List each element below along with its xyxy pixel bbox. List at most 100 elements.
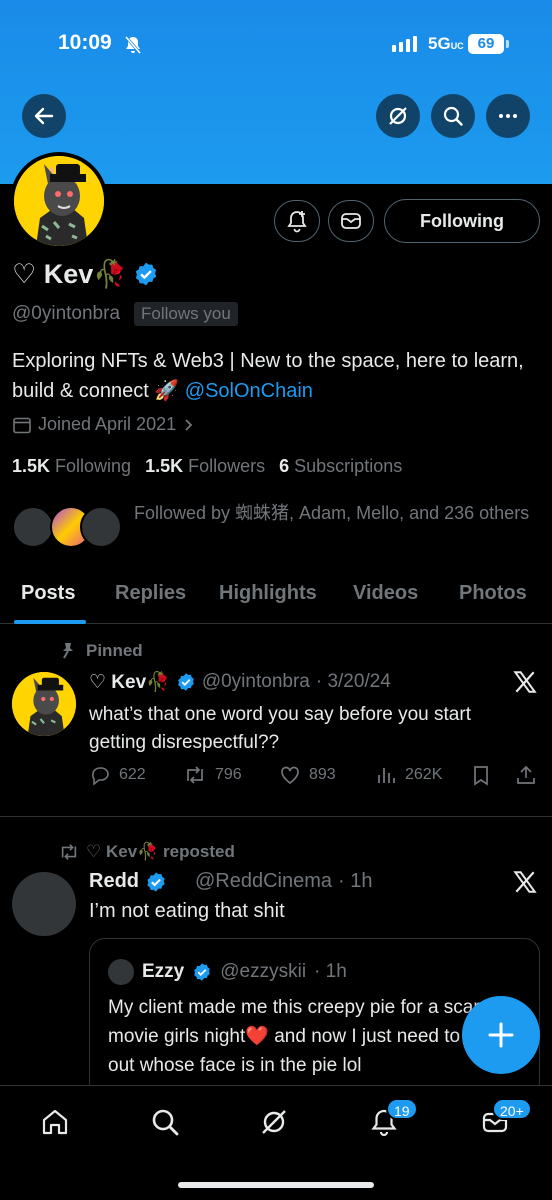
joined-date: Joined April 2021: [38, 414, 177, 434]
bookmark-icon: [474, 766, 488, 786]
bio-mention-link[interactable]: @SolOnChain: [185, 380, 313, 402]
bookmark-action[interactable]: [471, 764, 491, 786]
verified-badge-icon: [194, 963, 211, 981]
more-button[interactable]: [486, 94, 530, 138]
message-button[interactable]: [328, 200, 374, 242]
pinned-label-row: Pinned: [58, 641, 143, 661]
nav-search[interactable]: [147, 1104, 183, 1140]
pin-icon: [63, 643, 73, 659]
share-icon: [517, 765, 535, 784]
repost-label-row: ♡ Kev🥀 reposted: [58, 842, 235, 862]
post-author-handle: @0yintonbra: [201, 671, 310, 692]
repost-label[interactable]: ♡ Kev🥀 reposted: [86, 842, 235, 862]
back-button[interactable]: [22, 94, 66, 138]
status-bar: 10:09 5GUC 69: [0, 0, 552, 90]
tab-photos[interactable]: Photos: [459, 582, 527, 605]
profile-avatar[interactable]: [10, 152, 108, 250]
share-action[interactable]: [515, 764, 537, 786]
post-date: · 3/20/24: [315, 671, 391, 692]
grok-icon: [262, 1110, 286, 1134]
more-dots-icon: [499, 114, 517, 118]
follows-you-badge: Follows you: [134, 302, 238, 326]
like-action[interactable]: 893: [279, 764, 336, 786]
pinned-post-actions: 622 796 893 262K: [89, 764, 541, 790]
pinned-label: Pinned: [86, 641, 143, 660]
notifications-subscribe-button[interactable]: [274, 200, 320, 242]
followers-stat[interactable]: 1.5K Followers: [145, 456, 265, 477]
pinned-post-header: ♡ Kev🥀 @0yintonbra · 3/20/24: [89, 670, 391, 694]
notifications-badge: 19: [386, 1098, 418, 1120]
heart-icon: [281, 766, 299, 785]
nav-grok[interactable]: [256, 1104, 292, 1140]
quoted-post-header: Ezzy @ezzyskii · 1h: [108, 959, 347, 985]
repost-author-handle: @ReddCinema: [195, 870, 333, 892]
status-time: 10:09: [58, 31, 112, 54]
quoted-author-avatar: [108, 959, 134, 985]
post-author-name[interactable]: ♡ Kev🥀: [89, 670, 170, 694]
follower-avatar-1: [12, 506, 54, 548]
profile-tabs: Posts Replies Highlights Videos Photos: [0, 576, 552, 624]
follower-avatar-3: [80, 506, 122, 548]
tab-posts[interactable]: Posts: [21, 582, 75, 605]
followed-by-text: Followed by 蜘蛛猪, Adam, Mello, and 236 ot…: [134, 503, 530, 523]
tab-replies[interactable]: Replies: [115, 582, 186, 605]
tab-videos[interactable]: Videos: [353, 582, 418, 605]
repost-icon: [187, 766, 203, 784]
profile-bio: Exploring NFTs & Web3 | New to the space…: [12, 346, 542, 406]
avatar-character-image: [12, 672, 76, 736]
mute-bell-icon: [124, 35, 142, 60]
envelope-icon: [341, 213, 361, 229]
followed-by-row[interactable]: Followed by 蜘蛛猪, Adam, Mello, and 236 ot…: [12, 498, 552, 558]
tab-highlights[interactable]: Highlights: [219, 582, 317, 605]
post-avatar[interactable]: [12, 672, 76, 736]
repost-time: · 1h: [338, 870, 373, 892]
quoted-author-name: Ezzy: [142, 961, 185, 982]
subscriptions-stat[interactable]: 6 Subscriptions: [279, 456, 402, 477]
plus-icon: [488, 1022, 514, 1048]
compose-post-button[interactable]: [462, 996, 540, 1074]
profile-name-row: ♡ Kev🥀: [12, 258, 159, 290]
messages-badge: 20+: [492, 1098, 532, 1120]
quoted-author-handle: @ezzyskii: [220, 961, 307, 982]
search-button[interactable]: [431, 94, 475, 138]
x-logo-icon[interactable]: [512, 669, 538, 695]
profile-name: ♡ Kev🥀: [12, 259, 127, 289]
active-tab-indicator: [14, 620, 86, 624]
post-divider: [0, 816, 552, 817]
search-icon: [152, 1109, 179, 1136]
repost-text[interactable]: I’m not eating that shit: [89, 900, 285, 923]
x-logo-icon[interactable]: [512, 869, 538, 895]
repost-author-avatar[interactable]: [12, 872, 76, 936]
home-icon: [42, 1109, 68, 1135]
battery-nub: [506, 40, 509, 48]
grok-icon: [389, 107, 407, 125]
search-icon: [443, 106, 463, 126]
repost-action[interactable]: 796: [183, 764, 242, 786]
quoted-post-time: · 1h: [314, 961, 347, 982]
home-indicator: [178, 1182, 374, 1188]
reply-icon: [92, 767, 109, 786]
repost-author-name[interactable]: Redd: [89, 870, 139, 893]
pinned-post-text[interactable]: what’s that one word you say before you …: [89, 701, 529, 757]
views-action[interactable]: 262K: [375, 764, 442, 786]
profile-handle: @0yintonbra: [12, 303, 121, 324]
grok-button[interactable]: [376, 94, 420, 138]
chevron-right-icon: [185, 418, 193, 431]
bell-plus-icon: [287, 211, 307, 233]
joined-date-row[interactable]: Joined April 2021: [12, 414, 196, 435]
views-chart-icon: [378, 768, 395, 783]
nav-home[interactable]: [37, 1104, 73, 1140]
profile-stats: 1.5K Following 1.5K Followers 6 Subscriptio…: [12, 456, 402, 477]
verified-badge-icon: [177, 673, 194, 691]
arrow-left-icon: [34, 107, 54, 125]
handle-row: @0yintonbra Follows you: [12, 302, 238, 326]
following-button[interactable]: Following: [384, 199, 540, 243]
calendar-icon: [13, 417, 31, 433]
battery-indicator: 69: [468, 34, 504, 54]
verified-badge-icon: [135, 262, 157, 286]
network-label: 5GUC: [428, 34, 464, 53]
following-stat[interactable]: 1.5K Following: [12, 456, 131, 477]
verified-badge-icon: [147, 871, 165, 892]
reply-action[interactable]: 622: [89, 764, 146, 786]
signal-icon: [392, 36, 417, 52]
